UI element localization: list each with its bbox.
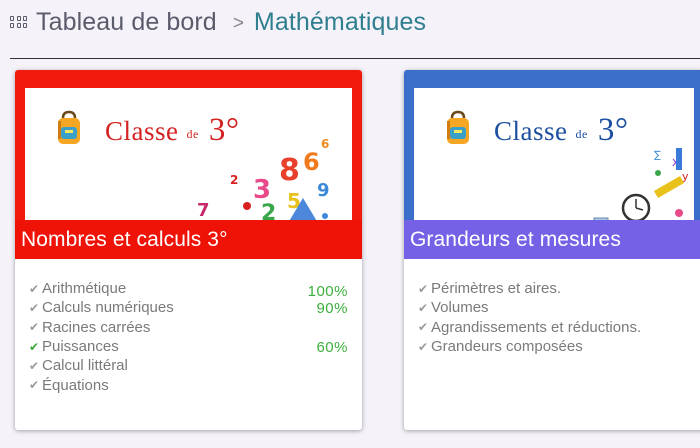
course-title[interactable]: Nombres et calculs 3°: [21, 228, 228, 252]
chapter-progress: 90%: [316, 300, 348, 318]
chapter-item[interactable]: ✔ Agrandissements et réductions.: [418, 318, 690, 337]
chapter-item[interactable]: ✔ Arithmétique 100%: [29, 279, 348, 300]
chapter-progress: 60%: [316, 338, 348, 356]
chapter-label[interactable]: Racines carrées: [42, 319, 150, 336]
chapter-item[interactable]: ✔ Périmètres et aires.: [418, 279, 690, 298]
chapter-item[interactable]: ✔ Racines carrées: [29, 318, 348, 337]
chapter-label[interactable]: Arithmétique: [42, 280, 126, 297]
chapter-label[interactable]: Grandeurs composées: [431, 338, 583, 355]
apps-grid-icon[interactable]: [10, 15, 27, 31]
svg-text:2: 2: [230, 173, 238, 187]
chapter-label[interactable]: Agrandissements et réductions.: [431, 319, 641, 336]
chapter-item[interactable]: ✔ Calculs numériques 90%: [29, 298, 348, 317]
check-icon: ✔: [29, 320, 40, 335]
chapter-item[interactable]: ✔ Équations: [29, 375, 348, 394]
check-icon: ✔: [29, 281, 40, 296]
chapter-label[interactable]: Calcul littéral: [42, 357, 128, 374]
svg-text:9: 9: [317, 180, 330, 201]
chapter-item[interactable]: ✔ Volumes: [418, 298, 690, 317]
chapter-item[interactable]: ✔ Puissances 60%: [29, 337, 348, 356]
svg-text:6: 6: [303, 148, 320, 176]
breadcrumb-current: Mathématiques: [253, 7, 427, 36]
chapter-label[interactable]: Périmètres et aires.: [431, 280, 561, 297]
check-icon: ✔: [418, 300, 429, 315]
chapter-list: ✔ Périmètres et aires. ✔ Volumes ✔ Agran…: [418, 279, 690, 356]
svg-text:8: 8: [279, 153, 300, 188]
chapter-list: ✔ Arithmétique 100% ✔ Calculs numériques…: [29, 279, 348, 395]
chapter-label[interactable]: Calculs numériques: [42, 299, 174, 316]
breadcrumb-dashboard-link[interactable]: Tableau de bord: [36, 8, 217, 37]
svg-text:y: y: [682, 170, 689, 183]
course-title-bar[interactable]: Grandeurs et mesures: [404, 220, 700, 259]
check-completed-icon: ✔: [29, 339, 40, 354]
breadcrumb: Tableau de bord > Mathématiques: [10, 5, 426, 39]
breadcrumb-separator: >: [232, 13, 244, 34]
header-divider: [10, 58, 700, 59]
chapter-item[interactable]: ✔ Grandeurs composées: [418, 337, 690, 356]
course-title[interactable]: Grandeurs et mesures: [410, 228, 621, 252]
course-title-bar[interactable]: Nombres et calculs 3°: [15, 220, 362, 259]
check-icon: ✔: [418, 281, 429, 296]
chapter-label[interactable]: Équations: [42, 377, 109, 394]
svg-text:7: 7: [197, 200, 210, 221]
check-icon: ✔: [418, 320, 429, 335]
course-card-grandeurs-mesures[interactable]: Classe de 3° x ∑ y Grandeurs et mesures …: [404, 70, 700, 430]
chapter-item[interactable]: ✔ Calcul littéral: [29, 356, 348, 375]
course-card-nombres-calculs[interactable]: Classede3° 3 8 6 9 5 2 7 2 6 6 8 4 7 4: [15, 70, 362, 430]
check-icon: ✔: [29, 300, 40, 315]
chapter-label[interactable]: Volumes: [431, 299, 489, 316]
chapter-label[interactable]: Puissances: [42, 338, 119, 355]
svg-text:∑: ∑: [654, 150, 661, 161]
svg-text:6: 6: [321, 137, 329, 151]
check-icon: ✔: [29, 358, 40, 373]
check-icon: ✔: [29, 378, 40, 393]
check-icon: ✔: [418, 339, 429, 354]
